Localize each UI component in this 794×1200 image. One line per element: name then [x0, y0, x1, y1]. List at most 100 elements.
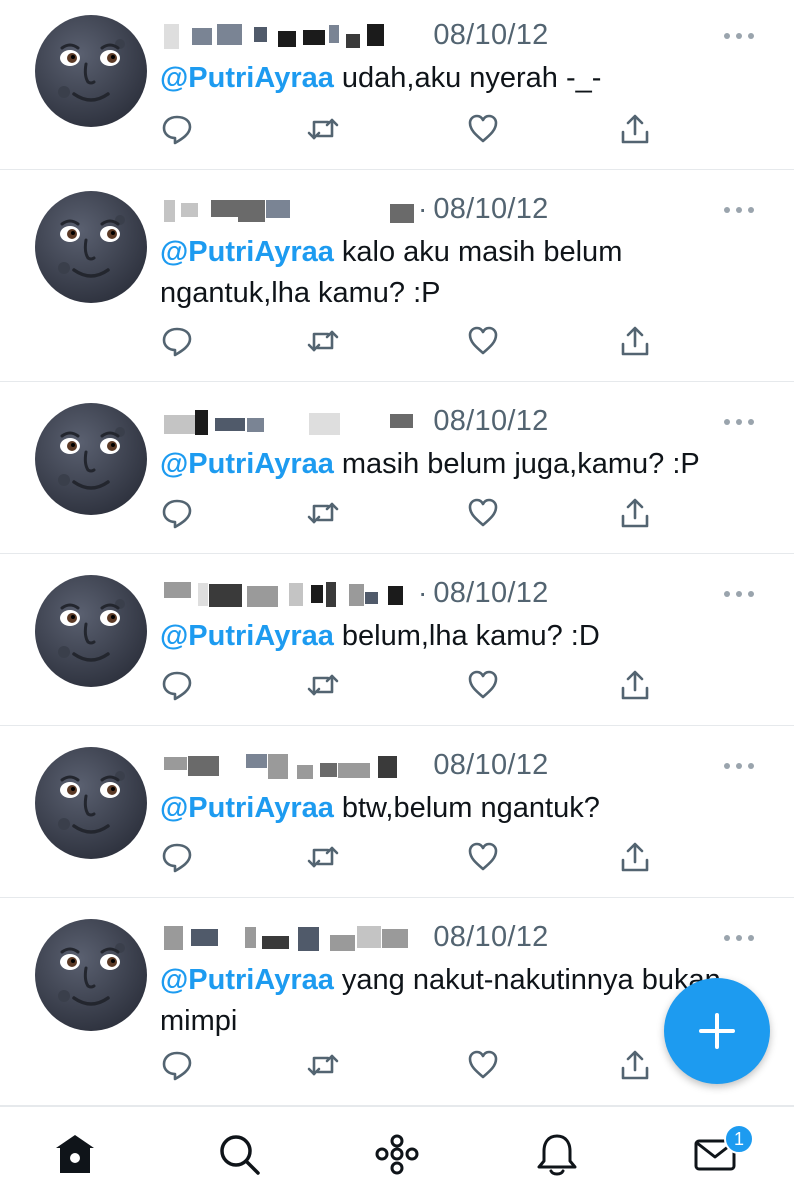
mention-link[interactable]: @PutriAyraa [160, 448, 334, 480]
tweet-actions [160, 324, 660, 360]
like-button[interactable] [466, 1048, 500, 1082]
tweet-text: @PutriAyraa udah,aku nyerah -_- [160, 58, 760, 99]
reply-button[interactable] [160, 496, 194, 530]
reply-button[interactable] [160, 668, 194, 702]
share-button[interactable] [618, 324, 652, 358]
tweet-row[interactable]: · 08/10/12 @PutriAyraa belum,lha kamu? :D [0, 554, 794, 726]
tweet-actions [160, 112, 660, 148]
tab-search[interactable] [216, 1131, 262, 1177]
blurred-username [160, 750, 410, 780]
mention-link[interactable]: @PutriAyraa [160, 792, 334, 824]
share-icon [621, 326, 649, 356]
tweet-header: · 08/10/12 [160, 404, 549, 438]
more-options-icon[interactable] [724, 934, 754, 942]
retweet-icon [307, 846, 339, 868]
tweet-row[interactable]: · 08/10/12 @PutriAyraa kalo aku masih bel… [0, 170, 794, 382]
tweet-header: · 08/10/12 [160, 18, 549, 52]
share-button[interactable] [618, 840, 652, 874]
share-icon [621, 1050, 649, 1080]
tweet-row[interactable]: · 08/10/12 @PutriAyraamasih belum juga,k… [0, 382, 794, 554]
retweet-icon [307, 1054, 339, 1076]
retweet-button[interactable] [306, 324, 340, 358]
mention-link[interactable]: @PutriAyraa [160, 620, 334, 652]
tweet-actions [160, 668, 660, 704]
more-options-icon[interactable] [724, 418, 754, 426]
like-button[interactable] [466, 324, 500, 358]
heart-icon [468, 114, 498, 143]
plus-icon [699, 1013, 735, 1049]
like-button[interactable] [466, 112, 500, 146]
tweet-body-text: masih belum juga,kamu? :P [341, 448, 700, 480]
mention-link[interactable]: @PutriAyraa [160, 236, 334, 268]
blurred-username [160, 194, 414, 224]
retweet-icon [307, 674, 339, 696]
reply-icon [162, 671, 192, 701]
tweet-text: @PutriAyraa kalo aku masih belum ngantuk,… [160, 232, 760, 314]
tweet-row[interactable]: · 08/10/12 @PutriAyraaudah,aku nyerah -_… [0, 0, 794, 170]
messages-badge: 1 [724, 1124, 754, 1154]
tweet-text: @PutriAyraa btw,belum ngantuk? [160, 788, 760, 829]
more-options-icon[interactable] [724, 32, 754, 40]
more-options-icon[interactable] [724, 590, 754, 598]
tweet-body-text: btw,belum ngantuk? [341, 792, 600, 824]
mention-link[interactable]: @PutriAyraa [160, 62, 334, 94]
reply-icon [162, 115, 192, 145]
share-icon [621, 842, 649, 872]
compose-tweet-button[interactable] [664, 978, 770, 1084]
blurred-username [160, 578, 410, 608]
like-button[interactable] [466, 496, 500, 530]
avatar[interactable] [34, 190, 148, 304]
heart-icon [468, 1050, 498, 1079]
blurred-username [160, 20, 410, 50]
share-button[interactable] [618, 668, 652, 702]
retweet-button[interactable] [306, 1048, 340, 1082]
reply-button[interactable] [160, 1048, 194, 1082]
like-button[interactable] [466, 668, 500, 702]
reply-icon [162, 1051, 192, 1081]
retweet-button[interactable] [306, 840, 340, 874]
moon-face-avatar-icon [35, 919, 147, 1031]
mention-link[interactable]: @PutriAyraa [160, 964, 334, 996]
tweet-body-text: belum,lha kamu? :D [341, 620, 600, 652]
notifications-icon [537, 1134, 577, 1176]
retweet-icon [307, 502, 339, 524]
like-button[interactable] [466, 840, 500, 874]
heart-icon [468, 670, 498, 699]
home-icon [56, 1135, 94, 1173]
avatar[interactable] [34, 746, 148, 860]
reply-button[interactable] [160, 840, 194, 874]
share-icon [621, 670, 649, 700]
moon-face-avatar-icon [35, 15, 147, 127]
tweet-date: 08/10/12 [433, 748, 549, 781]
tweet-row[interactable]: · 08/10/12 @PutriAyraabtw,belum ngantuk? [0, 726, 794, 898]
tweet-header: · 08/10/12 [160, 576, 549, 610]
share-button[interactable] [618, 1048, 652, 1082]
heart-icon [468, 842, 498, 871]
reply-button[interactable] [160, 112, 194, 146]
avatar[interactable] [34, 14, 148, 128]
more-options-icon[interactable] [724, 762, 754, 770]
retweet-button[interactable] [306, 112, 340, 146]
avatar[interactable] [34, 574, 148, 688]
heart-icon [468, 326, 498, 355]
share-button[interactable] [618, 112, 652, 146]
avatar[interactable] [34, 402, 148, 516]
reply-button[interactable] [160, 324, 194, 358]
tab-home[interactable] [52, 1131, 98, 1177]
moon-face-avatar-icon [35, 403, 147, 515]
tab-spaces[interactable] [374, 1131, 420, 1177]
retweet-icon [307, 330, 339, 352]
reply-icon [162, 327, 192, 357]
tweet-actions [160, 496, 660, 532]
reply-icon [162, 499, 192, 529]
moon-face-avatar-icon [35, 575, 147, 687]
retweet-button[interactable] [306, 496, 340, 530]
share-icon [621, 498, 649, 528]
avatar[interactable] [34, 918, 148, 1032]
share-button[interactable] [618, 496, 652, 530]
tweet-header: · 08/10/12 [160, 920, 549, 954]
more-options-icon[interactable] [724, 206, 754, 214]
tab-notifications[interactable] [534, 1131, 580, 1177]
retweet-icon [307, 118, 339, 140]
retweet-button[interactable] [306, 668, 340, 702]
